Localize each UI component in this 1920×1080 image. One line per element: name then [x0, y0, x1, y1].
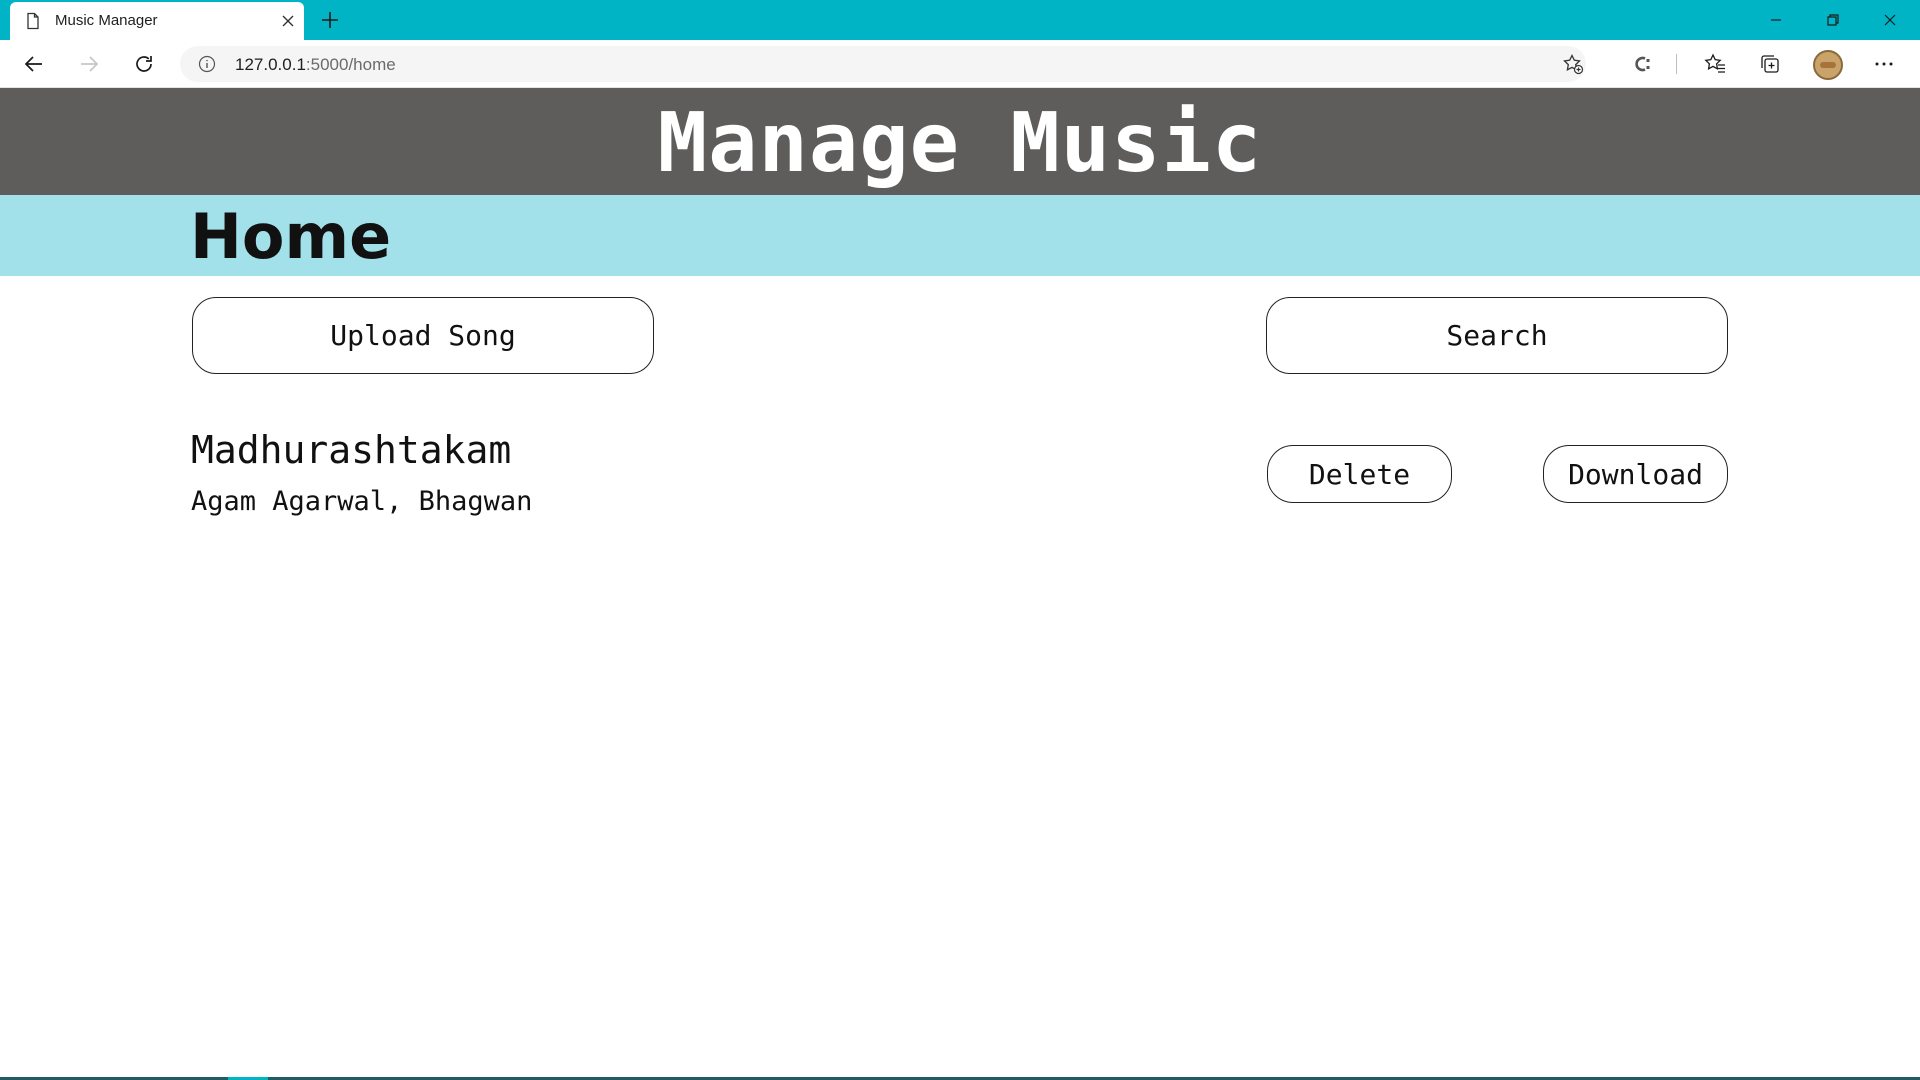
site-title: Manage Music	[657, 95, 1263, 191]
favorites-icon[interactable]	[1703, 52, 1727, 76]
address-bar[interactable]: 127.0.0.1:5000/home	[180, 46, 1586, 82]
forward-arrow-icon[interactable]	[77, 52, 101, 76]
site-header: Manage Music	[0, 88, 1920, 195]
more-icon[interactable]	[1872, 52, 1896, 76]
close-icon[interactable]	[280, 13, 296, 29]
url-host: 127.0.0.1	[235, 55, 306, 74]
url-path: :5000/home	[305, 55, 396, 74]
song-artists: Agam Agarwal, Bhagwan	[191, 486, 533, 517]
collections-icon[interactable]	[1758, 52, 1782, 76]
browser-tab[interactable]: Music Manager	[10, 2, 304, 40]
tab-title: Music Manager	[55, 12, 158, 29]
plus-icon[interactable]	[318, 8, 342, 32]
toolbar-divider	[1676, 54, 1677, 74]
page-icon	[27, 12, 39, 30]
upload-song-button[interactable]: Upload Song	[192, 297, 654, 374]
page-content: Manage Music Home Upload Song Search Mad…	[0, 88, 1920, 1080]
subheader-bar: Home	[0, 195, 1920, 276]
song-title: Madhurashtakam	[191, 428, 512, 472]
download-button[interactable]: Download	[1543, 445, 1728, 503]
refresh-icon[interactable]	[132, 52, 156, 76]
avatar[interactable]	[1813, 50, 1843, 80]
extension-icon[interactable]	[1630, 52, 1654, 76]
add-favorite-icon[interactable]	[1562, 53, 1584, 75]
search-button[interactable]: Search	[1266, 297, 1728, 374]
browser-toolbar: 127.0.0.1:5000/home	[0, 40, 1920, 88]
url-text[interactable]: 127.0.0.1:5000/home	[235, 55, 396, 75]
minimize-icon[interactable]	[1764, 8, 1788, 32]
back-arrow-icon[interactable]	[22, 52, 46, 76]
browser-titlebar: Music Manager	[0, 0, 1920, 40]
page-heading: Home	[190, 200, 392, 273]
window-close-icon[interactable]	[1878, 8, 1902, 32]
restore-icon[interactable]	[1821, 8, 1845, 32]
delete-button[interactable]: Delete	[1267, 445, 1452, 503]
info-icon[interactable]	[198, 55, 216, 73]
